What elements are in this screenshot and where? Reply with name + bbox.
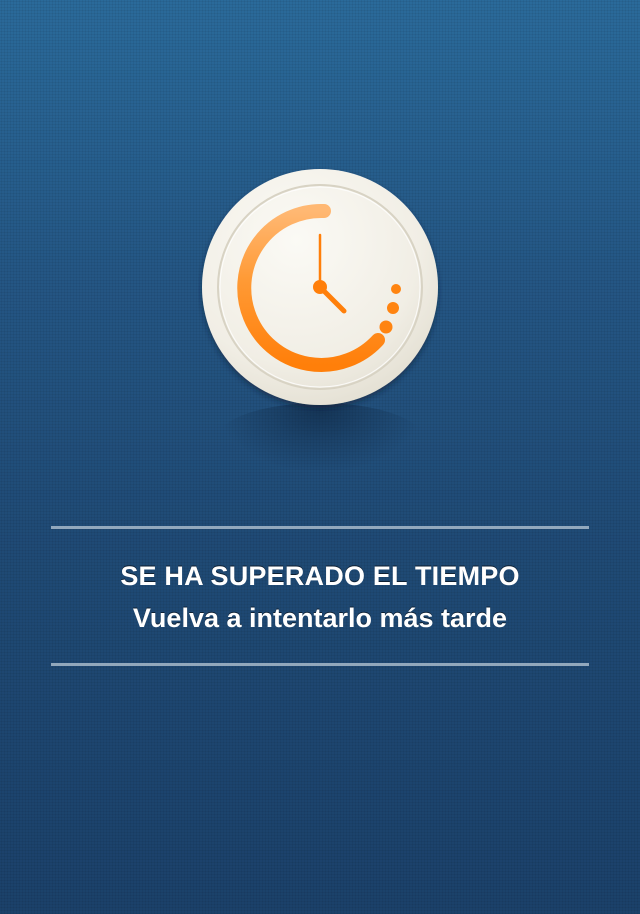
timeout-message: SE HA SUPERADO EL TIEMPO Vuelva a intent…: [0, 556, 640, 640]
clock-illustration: [198, 167, 442, 473]
top-divider: [51, 526, 589, 529]
timeout-title: SE HA SUPERADO EL TIEMPO: [120, 561, 520, 591]
clock-reflection: [218, 403, 422, 473]
timeout-subtitle: Vuelva a intentarlo más tarde: [132, 603, 508, 633]
bottom-divider: [51, 663, 589, 666]
timeout-screen: SE HA SUPERADO EL TIEMPO Vuelva a intent…: [0, 0, 640, 914]
clock-timeout-icon: [202, 169, 438, 405]
